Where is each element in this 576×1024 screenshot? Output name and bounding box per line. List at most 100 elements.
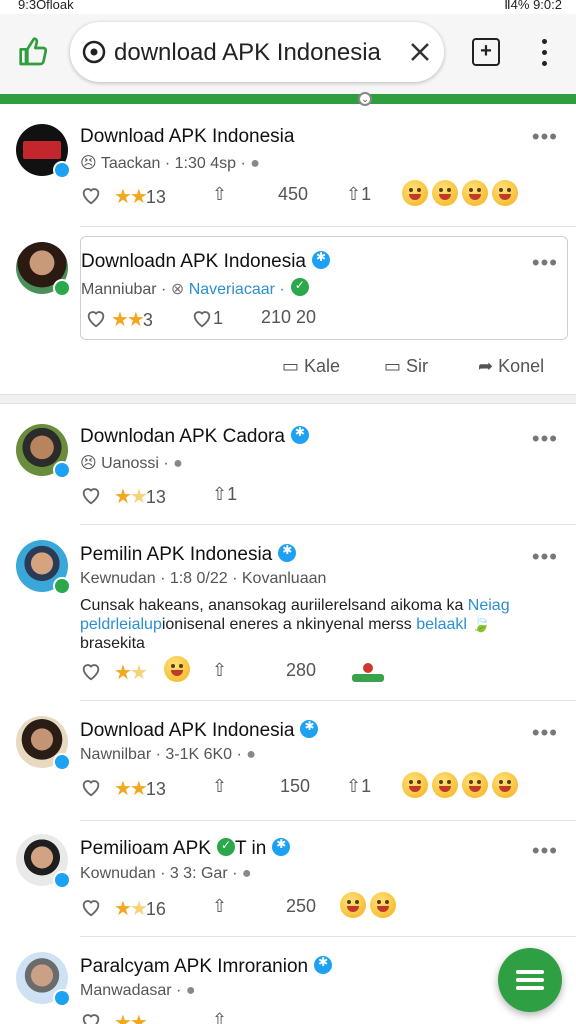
- feed-post: Pemilin APK Indonesia Kewnudan · 1:8 0/2…: [0, 526, 576, 702]
- share-icon[interactable]: ⇧: [212, 184, 227, 205]
- share-icon[interactable]: ⇧: [212, 776, 227, 797]
- post-meta: 😣 Taackan · 1:30 4sp · ●: [80, 155, 260, 172]
- rating[interactable]: ★★: [114, 660, 148, 685]
- share-icon[interactable]: ⇧1: [212, 484, 237, 505]
- post-meta: Manwadasar · ●: [80, 982, 196, 999]
- emoji-icon: [492, 180, 518, 206]
- reshare-count[interactable]: ⇧1: [346, 184, 371, 205]
- more-options-icon[interactable]: •••: [532, 124, 558, 150]
- view-count: 280: [286, 660, 317, 680]
- feed-post: Pemilioam APKT in Kownudan · 3 3: Gar · …: [0, 822, 576, 938]
- hashtag-link[interactable]: belaakl: [416, 616, 467, 633]
- divider: [80, 820, 576, 821]
- close-icon[interactable]: [408, 40, 432, 64]
- feed-post: Download APK Indonesia 😣 Taackan · 1:30 …: [0, 104, 576, 234]
- rating[interactable]: ★★13: [114, 184, 166, 209]
- avatar[interactable]: [16, 834, 71, 889]
- more-vert-icon[interactable]: [534, 36, 554, 70]
- forward-button[interactable]: ➦ Konel: [478, 356, 544, 377]
- post-author[interactable]: Download APK Indonesia: [80, 126, 294, 148]
- post-meta: Nawnilbar · 3-1K 6K0 · ●: [80, 746, 256, 763]
- sticker-icon[interactable]: [350, 660, 386, 691]
- reaction-emojis[interactable]: [402, 772, 522, 804]
- avatar[interactable]: [16, 242, 71, 297]
- fab-menu-icon: [516, 966, 544, 994]
- more-options-icon[interactable]: •••: [532, 838, 558, 864]
- emoji-icon: [402, 180, 428, 206]
- verified-icon: [216, 838, 235, 856]
- avatar[interactable]: [16, 424, 71, 479]
- more-options-icon[interactable]: •••: [532, 426, 558, 452]
- rating[interactable]: ★★: [114, 1010, 148, 1024]
- avatar[interactable]: [16, 716, 71, 771]
- post-meta: Kownudan · 3 3: Gar · ●: [80, 865, 252, 882]
- url-text[interactable]: download APK Indonesia: [114, 39, 381, 67]
- rating[interactable]: ★★3: [111, 307, 153, 332]
- quoted-post-card[interactable]: Downloadn APK Indonesia Manniubar · ⊗ Na…: [80, 236, 568, 340]
- post-author[interactable]: Pemilioam APKT in: [80, 837, 291, 860]
- post-author[interactable]: Paralcyam APK Imroranion: [80, 955, 333, 978]
- verified-icon: [312, 250, 330, 269]
- reaction-emojis[interactable]: [402, 180, 522, 212]
- reaction-emojis[interactable]: [340, 892, 400, 924]
- more-options-icon[interactable]: •••: [532, 720, 558, 746]
- tabs-icon[interactable]: +: [472, 38, 500, 66]
- heart-icon[interactable]: [85, 307, 107, 329]
- post-actions: ★★ ⇧: [80, 1010, 380, 1024]
- post-actions: ★★13 ⇧ 150 ⇧1: [80, 772, 550, 802]
- view-count: 210 20: [261, 307, 317, 327]
- verified-icon: [272, 837, 291, 856]
- status-bar: 9:3Ofloak Ⅱ4% 9:0:2: [0, 0, 576, 14]
- avatar[interactable]: [16, 124, 71, 179]
- rating[interactable]: ★★16: [114, 896, 166, 921]
- post-author[interactable]: Downlodan APK Cadora: [80, 425, 309, 448]
- like-count[interactable]: 1: [191, 307, 223, 329]
- more-options-icon[interactable]: •••: [532, 250, 558, 276]
- verified-icon: [314, 955, 333, 974]
- star-icon: ★★: [111, 309, 145, 331]
- post-meta: 😣 Uanossi · ●: [80, 455, 183, 472]
- post-author[interactable]: Pemilin APK Indonesia: [80, 543, 297, 566]
- feed-post: Download APK Indonesia Nawnilbar · 3-1K …: [0, 702, 576, 822]
- heart-icon[interactable]: [80, 776, 102, 798]
- star-icon: ★: [114, 486, 132, 508]
- comment-button[interactable]: ▭ Kale: [282, 356, 340, 377]
- page-load-bar: ⌄: [0, 92, 576, 106]
- reply-button[interactable]: ▭ Sir: [384, 356, 428, 377]
- hashtag-link[interactable]: peldrleialup: [80, 616, 162, 633]
- reshare-count[interactable]: ⇧1: [346, 776, 371, 797]
- heart-icon[interactable]: [80, 660, 102, 682]
- rating[interactable]: ★★13: [114, 484, 166, 509]
- reaction-emojis[interactable]: [164, 656, 194, 688]
- thumbs-up-icon[interactable]: [16, 34, 52, 70]
- star-icon: ★★: [114, 186, 148, 208]
- share-icon[interactable]: ⇧: [212, 660, 227, 681]
- heart-icon[interactable]: [80, 184, 102, 206]
- avatar[interactable]: [16, 540, 71, 595]
- more-options-icon[interactable]: •••: [532, 544, 558, 570]
- share-icon[interactable]: ⇧: [212, 896, 227, 917]
- view-count: 150: [280, 776, 311, 796]
- emoji-icon: [340, 892, 366, 918]
- post-author[interactable]: Downloadn APK Indonesia: [81, 250, 330, 273]
- post-body: Cunsak hakeans, anansokag auriilerelsand…: [80, 597, 510, 652]
- star-icon: ★: [114, 898, 132, 920]
- post-author[interactable]: Download APK Indonesia: [80, 719, 319, 742]
- heart-icon[interactable]: [80, 484, 102, 506]
- star-icon: ★: [114, 662, 132, 684]
- heart-icon[interactable]: [80, 1010, 102, 1024]
- feed-post: Downlodan APK Cadora 😣 Uanossi · ● ••• ★…: [0, 406, 576, 526]
- comment-icon: ▭: [282, 356, 300, 376]
- feed-post: Paralcyam APK Imroranion Manwadasar · ● …: [0, 938, 576, 1024]
- emoji-icon: [462, 772, 488, 798]
- heart-icon[interactable]: [80, 896, 102, 918]
- view-count: 450: [278, 184, 309, 204]
- emoji-icon: [370, 892, 396, 918]
- avatar[interactable]: [16, 952, 71, 1007]
- address-bar[interactable]: download APK Indonesia: [70, 22, 444, 82]
- hashtag-link[interactable]: Neiag: [468, 597, 510, 614]
- fab-menu-button[interactable]: [498, 948, 562, 1012]
- rating[interactable]: ★★13: [114, 776, 166, 801]
- post-meta: Kewnudan · 1:8 0/22 · Kovanluaan: [80, 570, 327, 587]
- share-icon[interactable]: ⇧: [212, 1010, 227, 1024]
